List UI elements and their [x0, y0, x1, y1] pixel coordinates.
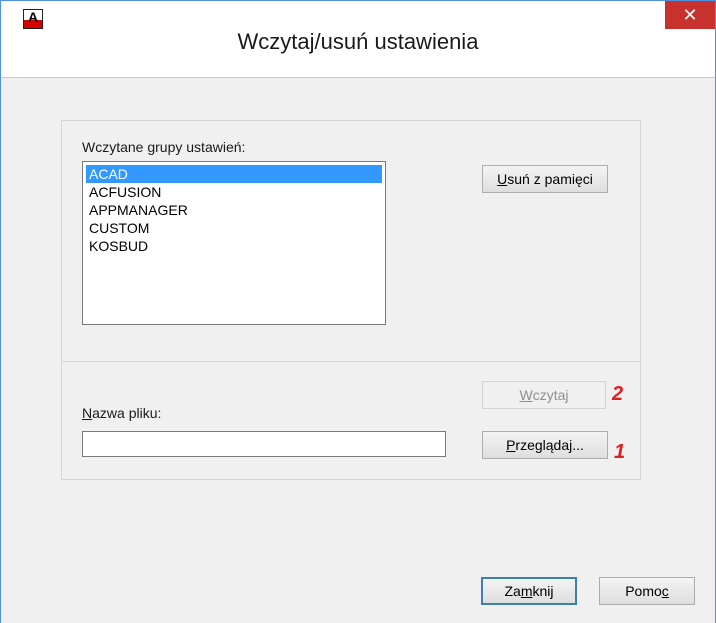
close-window-button[interactable]: ✕ [665, 1, 715, 29]
loaded-groups-label: Wczytane grupy ustawień: [82, 139, 246, 155]
unload-label: suń z pamięci [507, 171, 593, 187]
list-item[interactable]: APPMANAGER [86, 201, 382, 219]
loaded-groups-list[interactable]: ACAD ACFUSION APPMANAGER CUSTOM KOSBUD [82, 161, 386, 325]
list-item[interactable]: ACAD [86, 165, 382, 183]
browse-label: rzeglądaj... [515, 437, 584, 453]
unload-access-key: U [497, 171, 508, 187]
dialog-window: A Wczytaj/usuń ustawienia ✕ Wczytane gru… [0, 0, 716, 623]
close-access-key: m [520, 583, 533, 599]
browse-button[interactable]: Przeglądaj... [482, 431, 608, 459]
help-access-key: c [661, 583, 669, 599]
load-label: czytaj [532, 387, 569, 403]
autocad-logo-icon: A [23, 9, 43, 29]
list-item[interactable]: CUSTOM [86, 219, 382, 237]
group-divider [62, 361, 640, 362]
unload-button[interactable]: Usuń z pamięci [482, 165, 608, 193]
list-item[interactable]: KOSBUD [86, 237, 382, 255]
load-button[interactable]: Wczytaj [482, 381, 606, 409]
list-item[interactable]: ACFUSION [86, 183, 382, 201]
settings-group-box: Wczytane grupy ustawień: ACAD ACFUSION A… [61, 120, 641, 480]
close-button[interactable]: Zamknij [481, 577, 577, 605]
annotation-marker-2: 2 [612, 383, 624, 405]
file-name-input[interactable] [82, 431, 446, 457]
load-access-key: W [519, 387, 533, 403]
help-button[interactable]: Pomoc [599, 577, 695, 605]
window-title: Wczytaj/usuń ustawienia [237, 29, 479, 54]
close-icon: ✕ [682, 5, 698, 25]
annotation-marker-1: 1 [614, 441, 626, 463]
dialog-body: Wczytane grupy ustawień: ACAD ACFUSION A… [1, 77, 715, 623]
file-name-label: Nazwa pliku: [82, 405, 162, 421]
title-bar: A Wczytaj/usuń ustawienia ✕ [1, 1, 715, 77]
